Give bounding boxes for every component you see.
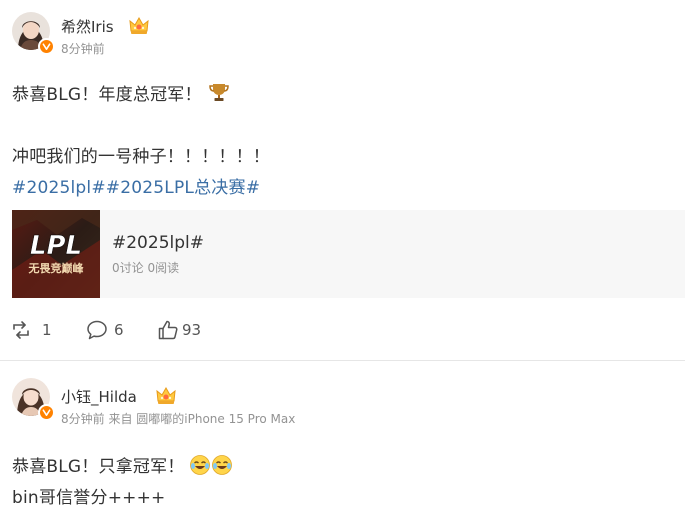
comment-icon [87, 320, 107, 340]
repost-icon [13, 321, 29, 339]
svg-text:LPL: LPL [30, 231, 82, 261]
hashtag-line: #2025lpl##2025LPL总决赛# [12, 173, 260, 198]
post-text: 恭喜BLG！年度总冠军！ [12, 85, 202, 105]
post-meta: 8分钟前 来自 圆嘟嘟的iPhone 15 Pro Max [61, 412, 296, 426]
topic-title: #2025lpl# [112, 233, 204, 253]
username[interactable]: 小钰_Hilda [61, 386, 137, 407]
comment-button[interactable]: 6 [86, 318, 124, 342]
hashtag-link[interactable]: #2025LPL总决赛# [106, 178, 260, 198]
repost-button[interactable]: 1 [10, 318, 52, 342]
topic-card[interactable]: LPL 无畏竞巅峰 #2025lpl# 0讨论 0阅读 [12, 210, 685, 298]
post-card: 希然Iris 8分钟前 恭喜BLG！年度总冠军！ 冲吧我们的一号种子！！！！！！ [0, 0, 685, 360]
like-button[interactable]: 93 [157, 318, 201, 342]
post-text-line: 恭喜BLG！年度总冠军！ [12, 80, 230, 108]
post-text-line-2: bin哥信誉分++++ [12, 488, 166, 508]
comment-count: 6 [114, 321, 124, 339]
crown-icon[interactable] [155, 386, 177, 406]
post-actions: 1 6 93 [0, 318, 685, 342]
laugh-cry-emoji-icon [211, 454, 233, 481]
hashtag-link[interactable]: #2025lpl# [12, 178, 106, 198]
trophy-emoji-icon [208, 81, 230, 108]
like-count: 93 [182, 321, 202, 339]
post-card: 小钰_Hilda 8分钟前 来自 圆嘟嘟的iPhone 15 Pro Max 恭… [0, 362, 685, 521]
post-divider [0, 360, 685, 361]
svg-text:无畏竞巅峰: 无畏竞巅峰 [28, 261, 85, 275]
post-text: 恭喜BLG！只拿冠军！ [12, 457, 185, 477]
repost-count: 1 [42, 321, 52, 339]
username[interactable]: 希然Iris [61, 16, 114, 37]
weibo-feed: 希然Iris 8分钟前 恭喜BLG！年度总冠军！ 冲吧我们的一号种子！！！！！！ [0, 0, 685, 521]
post-text-line-2: 冲吧我们的一号种子！！！！！！ [12, 147, 270, 167]
topic-thumbnail: LPL 无畏竞巅峰 [12, 210, 100, 298]
topic-stats: 0讨论 0阅读 [112, 261, 180, 275]
verified-badge-icon [38, 404, 55, 421]
laugh-cry-emoji-icon [189, 454, 211, 481]
verified-badge-icon [38, 38, 55, 55]
post-text-line: 恭喜BLG！只拿冠军！ [12, 452, 233, 481]
crown-icon[interactable] [128, 16, 150, 36]
thumbs-up-icon [158, 320, 178, 340]
post-time: 8分钟前 [61, 42, 105, 56]
